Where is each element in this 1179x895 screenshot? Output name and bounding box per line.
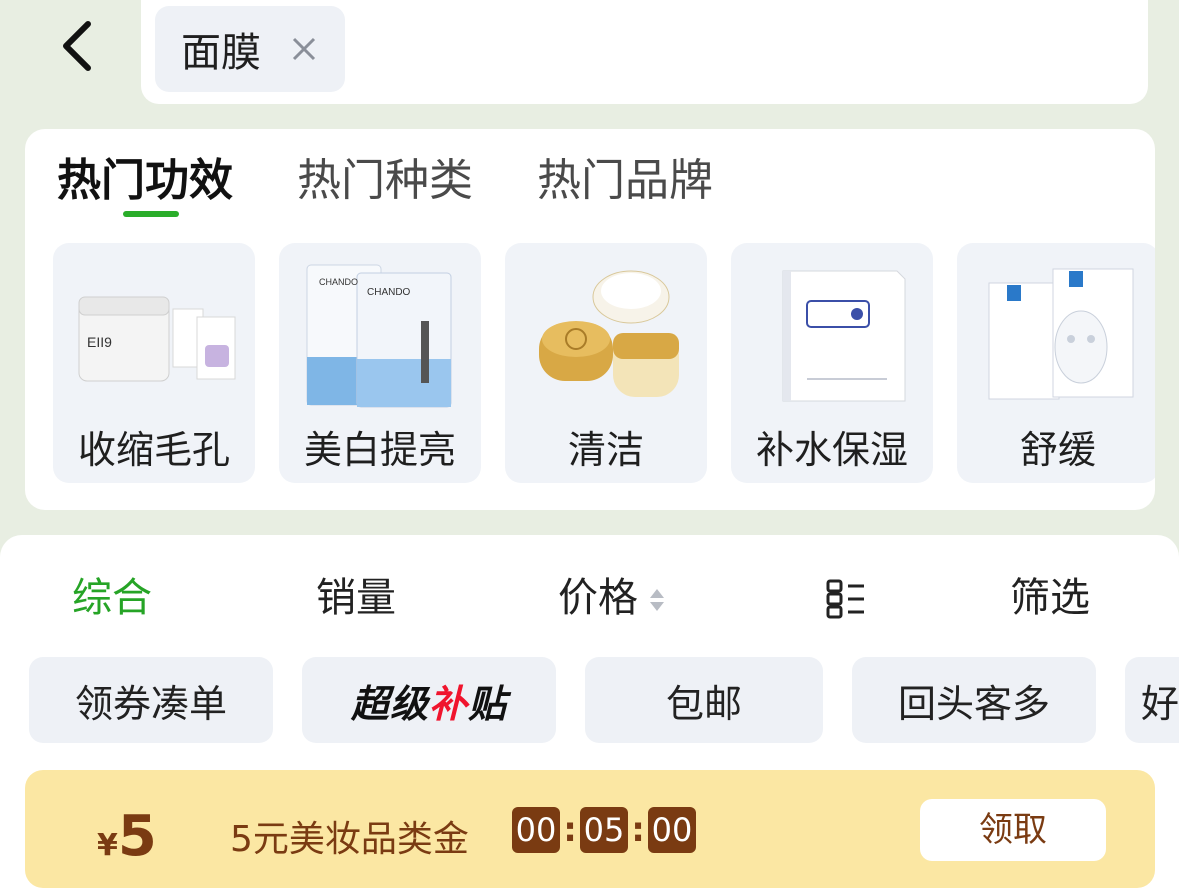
chip-coupon[interactable]: 领券凑单	[29, 657, 273, 743]
search-keyword: 面膜	[181, 30, 261, 76]
subsidy-prefix: 超级	[350, 681, 429, 726]
chip-repeat-customers[interactable]: 回头客多	[852, 657, 1096, 743]
tab-label: 热门品牌	[537, 155, 713, 206]
category-item-hydrating[interactable]: 补水保湿	[731, 243, 933, 483]
chevron-left-icon	[63, 21, 91, 71]
product-image	[782, 270, 906, 402]
active-tab-indicator	[123, 211, 179, 217]
currency-symbol: ¥	[97, 828, 118, 863]
timer-separator: :	[631, 810, 645, 850]
coupon-amount: ¥5	[97, 804, 157, 869]
hot-category-card: 热门功效 热门种类 热门品牌 EII9 收缩毛孔 CHANDO CHANDO 美…	[25, 129, 1155, 510]
sort-arrows-icon	[650, 589, 664, 611]
sort-price[interactable]: 价格	[558, 571, 666, 625]
tab-label: 热门功效	[57, 155, 233, 206]
filter-button[interactable]: 筛选	[1010, 571, 1090, 625]
list-layout-icon[interactable]	[826, 579, 866, 633]
coupon-description: 5元美妆品类金	[230, 819, 469, 860]
category-tabs: 热门功效 热门种类 热门品牌	[57, 151, 777, 217]
tab-hot-efficacy[interactable]: 热门功效	[57, 151, 233, 217]
subsidy-suffix: 贴	[468, 681, 508, 726]
sort-bar: 综合 销量 价格 筛选	[0, 571, 1179, 631]
coupon-bar: ¥5 5元美妆品类金 00 : 05 : 00 领取	[25, 770, 1155, 888]
back-button[interactable]	[44, 14, 108, 78]
product-image: EII9	[78, 296, 236, 382]
category-item-label: 美白提亮	[303, 428, 456, 472]
search-keyword-chip[interactable]: 面膜	[155, 6, 345, 92]
svg-text:CHANDO: CHANDO	[319, 277, 358, 287]
chip-super-subsidy[interactable]: 超级补贴	[302, 657, 556, 743]
category-items: EII9 收缩毛孔 CHANDO CHANDO 美白提亮 清洁 补水保湿 舒缓	[53, 243, 1155, 483]
subsidy-accent: 补	[428, 681, 468, 726]
chip-free-shipping[interactable]: 包邮	[585, 657, 823, 743]
claim-coupon-button[interactable]: 领取	[920, 799, 1106, 861]
close-icon[interactable]	[289, 34, 319, 64]
coupon-value: 5	[117, 804, 157, 869]
tab-label: 热门种类	[297, 155, 473, 206]
category-item-soothing[interactable]: 舒缓	[957, 243, 1155, 483]
sort-sales[interactable]: 销量	[316, 571, 396, 625]
category-item-label: 收缩毛孔	[77, 428, 230, 472]
search-results-page: 面膜 热门功效 热门种类 热门品牌 EII9 收缩毛孔 CHANDO CHAND…	[0, 0, 1179, 895]
search-bar[interactable]: 面膜	[141, 0, 1148, 104]
tab-hot-brand[interactable]: 热门品牌	[537, 151, 713, 217]
product-image: CHANDO CHANDO	[306, 264, 452, 408]
sort-price-label: 价格	[558, 575, 638, 621]
timer-seconds: 00	[648, 807, 696, 853]
svg-text:CHANDO: CHANDO	[367, 287, 411, 298]
quick-filter-row: 领券凑单 超级补贴 包邮 回头客多 好	[0, 657, 1179, 743]
category-item-shrink-pores[interactable]: EII9 收缩毛孔	[53, 243, 255, 483]
timer-separator: :	[563, 810, 577, 850]
svg-text:EII9: EII9	[87, 334, 112, 350]
product-image	[539, 270, 679, 397]
timer-hours: 00	[512, 807, 560, 853]
category-item-label: 补水保湿	[755, 428, 908, 472]
chip-partial[interactable]: 好	[1125, 657, 1179, 743]
category-item-whitening[interactable]: CHANDO CHANDO 美白提亮	[279, 243, 481, 483]
timer-minutes: 05	[580, 807, 628, 853]
product-image	[988, 268, 1134, 400]
category-item-cleansing[interactable]: 清洁	[505, 243, 707, 483]
category-item-label: 舒缓	[1019, 428, 1096, 472]
tab-hot-type[interactable]: 热门种类	[297, 151, 473, 217]
countdown-timer: 00 : 05 : 00	[512, 807, 696, 853]
sort-comprehensive[interactable]: 综合	[72, 571, 152, 625]
category-item-label: 清洁	[567, 428, 644, 472]
